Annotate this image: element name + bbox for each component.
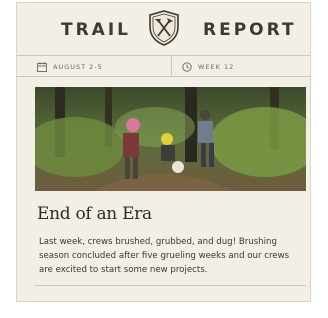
meta-bar: AUGUST 2-5 WEEK 12 xyxy=(17,55,310,77)
meta-divider xyxy=(171,56,172,76)
header-title-left: TRAIL xyxy=(61,20,132,40)
date-text: AUGUST 2-5 xyxy=(53,63,103,71)
article-photo xyxy=(35,87,306,191)
article-title: End of an Era xyxy=(37,204,152,224)
clock-icon xyxy=(182,62,192,72)
newsletter-card: TRAIL REPORT AUGUST 2-5 WEEK 12 End of a… xyxy=(16,2,311,302)
calendar-icon xyxy=(37,62,47,72)
divider xyxy=(35,285,306,286)
article-body: Last week, crews brushed, grubbed, and d… xyxy=(39,237,290,275)
shield-crossed-tools-icon xyxy=(149,10,179,46)
header: TRAIL REPORT xyxy=(17,3,310,55)
week-meta: WEEK 12 xyxy=(182,60,234,74)
header-title-right: REPORT xyxy=(203,20,297,40)
date-meta: AUGUST 2-5 xyxy=(37,60,103,74)
week-text: WEEK 12 xyxy=(198,63,235,71)
